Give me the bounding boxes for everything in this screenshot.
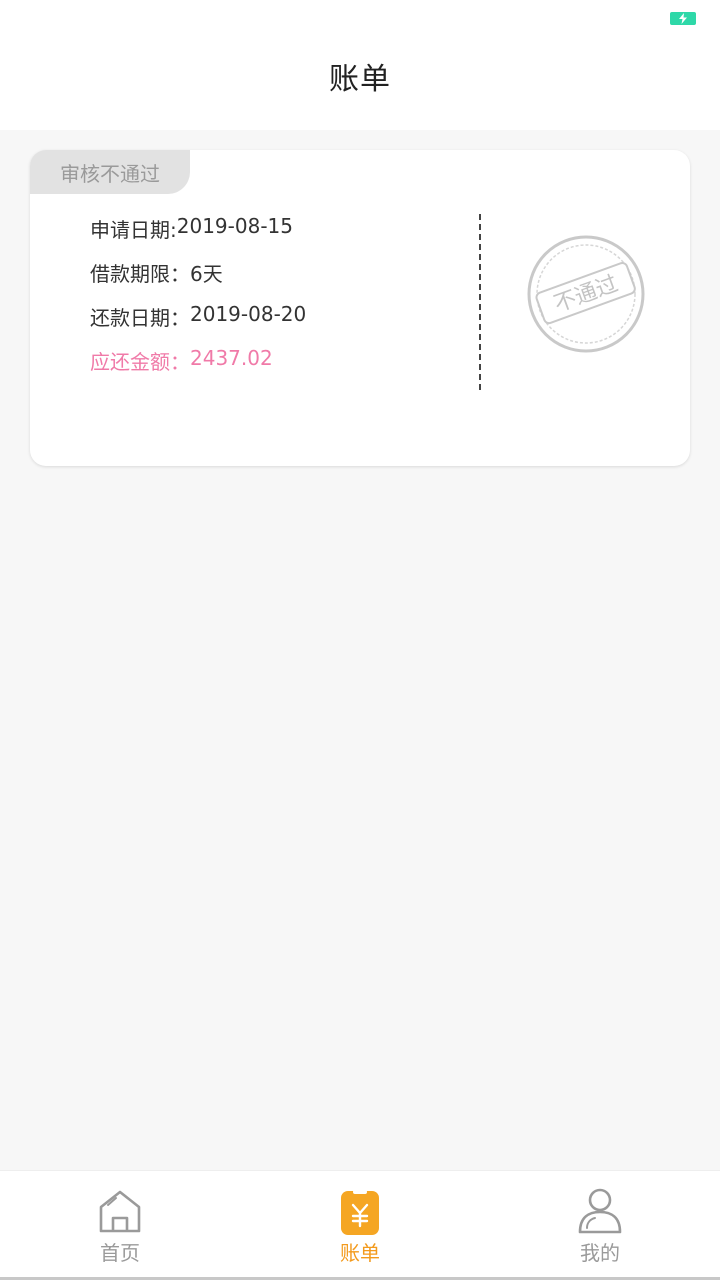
repay-date-label: 还款日期： — [90, 306, 190, 330]
loan-term-value: 6天 — [190, 262, 223, 286]
dashed-divider — [479, 214, 481, 390]
tab-home-label: 首页 — [100, 1241, 140, 1265]
amount-due-value: 2437.02 — [190, 346, 273, 370]
loan-term-row: 借款期限： 6天 — [90, 258, 223, 287]
tab-bill[interactable]: 账单 — [280, 1171, 440, 1279]
apply-date-label: 申请日期: — [90, 218, 177, 242]
status-badge: 审核不通过 — [30, 150, 190, 194]
amount-due-row: 应还金额： 2437.02 — [90, 346, 273, 375]
page-title: 账单 — [329, 62, 391, 97]
status-bar — [0, 0, 720, 36]
repay-date-value: 2019-08-20 — [190, 302, 307, 326]
apply-date-value: 2019-08-15 — [176, 214, 293, 238]
rejected-stamp-icon: 不通过 — [527, 235, 645, 353]
bill-card[interactable]: 审核不通过 申请日期: 2019-08-15 借款期限： 6天 还款日期： 2019-… — [30, 150, 690, 466]
tab-mine-label: 我的 — [580, 1241, 620, 1265]
header: 账单 — [0, 36, 720, 130]
amount-due-label: 应还金额： — [90, 350, 190, 374]
loan-term-label: 借款期限： — [90, 262, 190, 286]
bill-icon — [341, 1190, 379, 1235]
user-icon — [578, 1188, 622, 1234]
battery-charging-icon — [670, 12, 696, 25]
repay-date-row: 还款日期： 2019-08-20 — [90, 302, 306, 331]
tab-home[interactable]: 首页 — [40, 1171, 200, 1279]
home-icon — [99, 1190, 141, 1233]
tab-bill-label: 账单 — [340, 1241, 380, 1265]
tab-mine[interactable]: 我的 — [520, 1171, 680, 1279]
bottom-tab-bar: 首页 账单 我的 — [0, 1170, 720, 1280]
apply-date-row: 申请日期: 2019-08-15 — [90, 214, 293, 243]
